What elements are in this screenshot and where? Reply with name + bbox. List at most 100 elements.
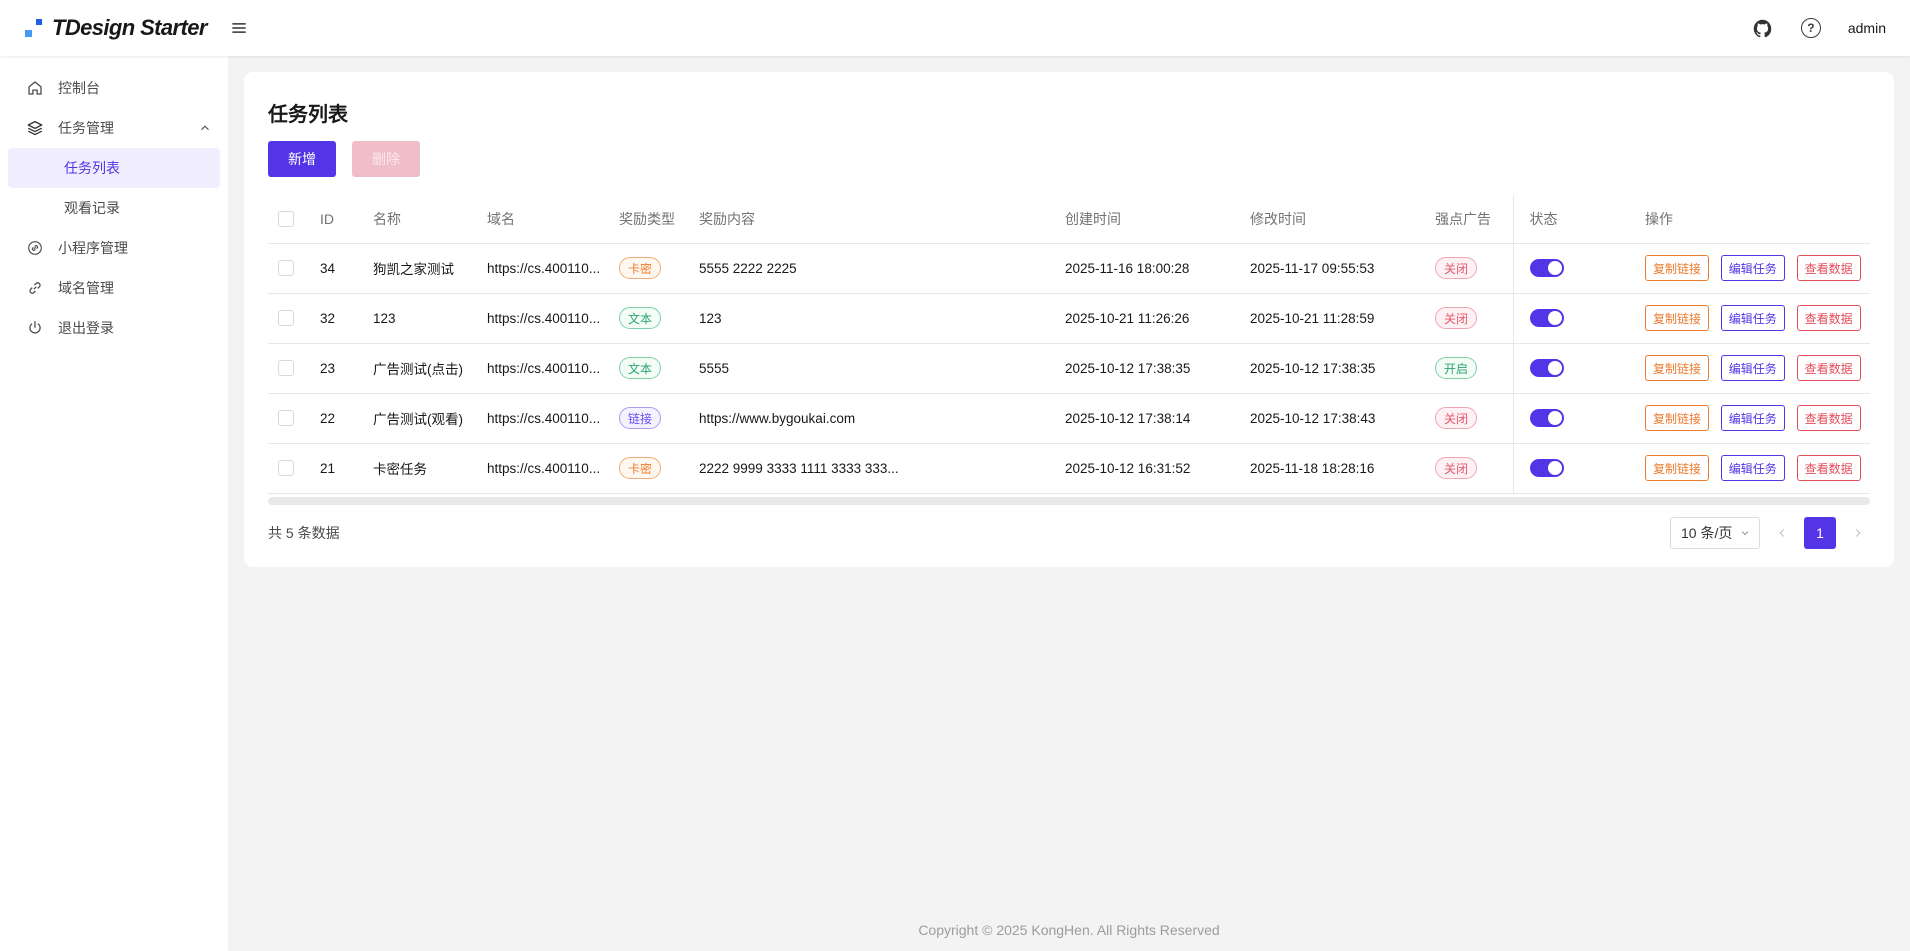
edit-task-button[interactable]: 编辑任务 — [1721, 305, 1785, 331]
col-actions: 操作 — [1629, 195, 1870, 243]
force-ad-tag: 关闭 — [1435, 307, 1477, 329]
sidebar-item-label: 任务列表 — [64, 158, 120, 178]
cell-reward-content: 123 — [683, 293, 1049, 343]
copy-link-button[interactable]: 复制链接 — [1645, 305, 1709, 331]
force-ad-tag: 关闭 — [1435, 257, 1477, 279]
reward-type-tag: 文本 — [619, 307, 661, 329]
pagination: 10 条/页 1 — [1670, 517, 1870, 549]
view-data-button[interactable]: 查看数据 — [1797, 455, 1861, 481]
page-number-button[interactable]: 1 — [1804, 517, 1836, 549]
sidebar-item-task-list[interactable]: 任务列表 — [8, 148, 220, 188]
logo-square-light — [25, 30, 32, 37]
sidebar-item-domain[interactable]: 域名管理 — [0, 268, 228, 308]
cell-name: 广告测试(点击) — [357, 343, 471, 393]
table-row: 23 广告测试(点击) https://cs.400110... 文本 5555… — [268, 343, 1870, 393]
status-toggle[interactable] — [1530, 409, 1564, 427]
delete-button[interactable]: 删除 — [352, 141, 420, 177]
cell-modified: 2025-10-12 17:38:35 — [1234, 343, 1419, 393]
edit-task-button[interactable]: 编辑任务 — [1721, 355, 1785, 381]
edit-task-button[interactable]: 编辑任务 — [1721, 405, 1785, 431]
cell-id: 23 — [304, 343, 357, 393]
github-icon[interactable] — [1752, 17, 1774, 39]
cell-modified: 2025-11-17 09:55:53 — [1234, 243, 1419, 293]
toggle-knob — [1548, 261, 1562, 275]
toggle-knob — [1548, 361, 1562, 375]
view-data-button[interactable]: 查看数据 — [1797, 255, 1861, 281]
chevron-right-icon — [1851, 526, 1865, 540]
sidebar-item-logout[interactable]: 退出登录 — [0, 308, 228, 348]
hamburger-menu-icon[interactable] — [227, 16, 251, 40]
row-checkbox[interactable] — [278, 310, 294, 326]
cell-id: 34 — [304, 243, 357, 293]
table-row: 21 卡密任务 https://cs.400110... 卡密 2222 999… — [268, 443, 1870, 493]
view-data-button[interactable]: 查看数据 — [1797, 355, 1861, 381]
add-button[interactable]: 新增 — [268, 141, 336, 177]
page-size-select[interactable]: 10 条/页 — [1670, 517, 1760, 549]
sidebar: 控制台 任务管理 任务列表 观看记录 小程序管理 域名管理 退出登录 — [0, 56, 228, 951]
power-icon — [26, 319, 44, 337]
toggle-knob — [1548, 461, 1562, 475]
sidebar-item-label: 小程序管理 — [58, 238, 128, 258]
edit-task-button[interactable]: 编辑任务 — [1721, 455, 1785, 481]
cell-domain: https://cs.400110... — [471, 293, 603, 343]
cell-domain: https://cs.400110... — [471, 343, 603, 393]
chevron-left-icon — [1775, 526, 1789, 540]
next-page-button[interactable] — [1846, 517, 1870, 549]
cell-name: 卡密任务 — [357, 443, 471, 493]
link-circle-icon — [26, 239, 44, 257]
col-domain: 域名 — [471, 195, 603, 243]
user-menu[interactable]: admin — [1848, 20, 1886, 36]
help-icon[interactable]: ? — [1800, 17, 1822, 39]
force-ad-tag: 开启 — [1435, 357, 1477, 379]
cell-modified: 2025-10-21 11:28:59 — [1234, 293, 1419, 343]
tdesign-logo-icon — [24, 17, 42, 39]
cell-reward-content: 5555 — [683, 343, 1049, 393]
task-list-card: 任务列表 新增 删除 ID 名称 域名 奖励类型 奖励内容 创建时间 — [244, 72, 1894, 567]
row-checkbox[interactable] — [278, 410, 294, 426]
cell-created: 2025-10-21 11:26:26 — [1049, 293, 1234, 343]
col-created: 创建时间 — [1049, 195, 1234, 243]
status-toggle[interactable] — [1530, 259, 1564, 277]
row-checkbox[interactable] — [278, 260, 294, 276]
cell-name: 广告测试(观看) — [357, 393, 471, 443]
row-checkbox[interactable] — [278, 460, 294, 476]
layers-icon — [26, 119, 44, 137]
col-force-ad: 强点广告 — [1419, 195, 1513, 243]
sidebar-item-label: 域名管理 — [58, 278, 114, 298]
prev-page-button[interactable] — [1770, 517, 1794, 549]
sidebar-item-watch-records[interactable]: 观看记录 — [0, 188, 228, 228]
cell-domain: https://cs.400110... — [471, 243, 603, 293]
copyright-text: Copyright © 2025 KongHen. All Rights Res… — [228, 922, 1910, 938]
row-count-summary: 共 5 条数据 — [268, 523, 340, 543]
copy-link-button[interactable]: 复制链接 — [1645, 405, 1709, 431]
reward-type-tag: 卡密 — [619, 457, 661, 479]
status-toggle[interactable] — [1530, 459, 1564, 477]
copy-link-button[interactable]: 复制链接 — [1645, 355, 1709, 381]
table-footer: 共 5 条数据 10 条/页 1 — [268, 511, 1870, 555]
copy-link-button[interactable]: 复制链接 — [1645, 255, 1709, 281]
force-ad-tag: 关闭 — [1435, 457, 1477, 479]
copy-link-button[interactable]: 复制链接 — [1645, 455, 1709, 481]
sidebar-item-task-management[interactable]: 任务管理 — [0, 108, 228, 148]
view-data-button[interactable]: 查看数据 — [1797, 305, 1861, 331]
row-checkbox[interactable] — [278, 360, 294, 376]
toggle-knob — [1548, 411, 1562, 425]
sidebar-item-console[interactable]: 控制台 — [0, 68, 228, 108]
col-name: 名称 — [357, 195, 471, 243]
edit-task-button[interactable]: 编辑任务 — [1721, 255, 1785, 281]
chevron-up-icon — [198, 121, 212, 135]
horizontal-scrollbar[interactable] — [268, 497, 1870, 505]
home-icon — [26, 79, 44, 97]
select-all-checkbox[interactable] — [278, 211, 294, 227]
col-reward-type: 奖励类型 — [603, 195, 683, 243]
cell-domain: https://cs.400110... — [471, 393, 603, 443]
reward-type-tag: 链接 — [619, 407, 661, 429]
cell-id: 22 — [304, 393, 357, 443]
chevron-down-icon — [1739, 527, 1751, 539]
view-data-button[interactable]: 查看数据 — [1797, 405, 1861, 431]
cell-created: 2025-10-12 16:31:52 — [1049, 443, 1234, 493]
status-toggle[interactable] — [1530, 309, 1564, 327]
col-id: ID — [304, 195, 357, 243]
sidebar-item-miniprogram[interactable]: 小程序管理 — [0, 228, 228, 268]
status-toggle[interactable] — [1530, 359, 1564, 377]
